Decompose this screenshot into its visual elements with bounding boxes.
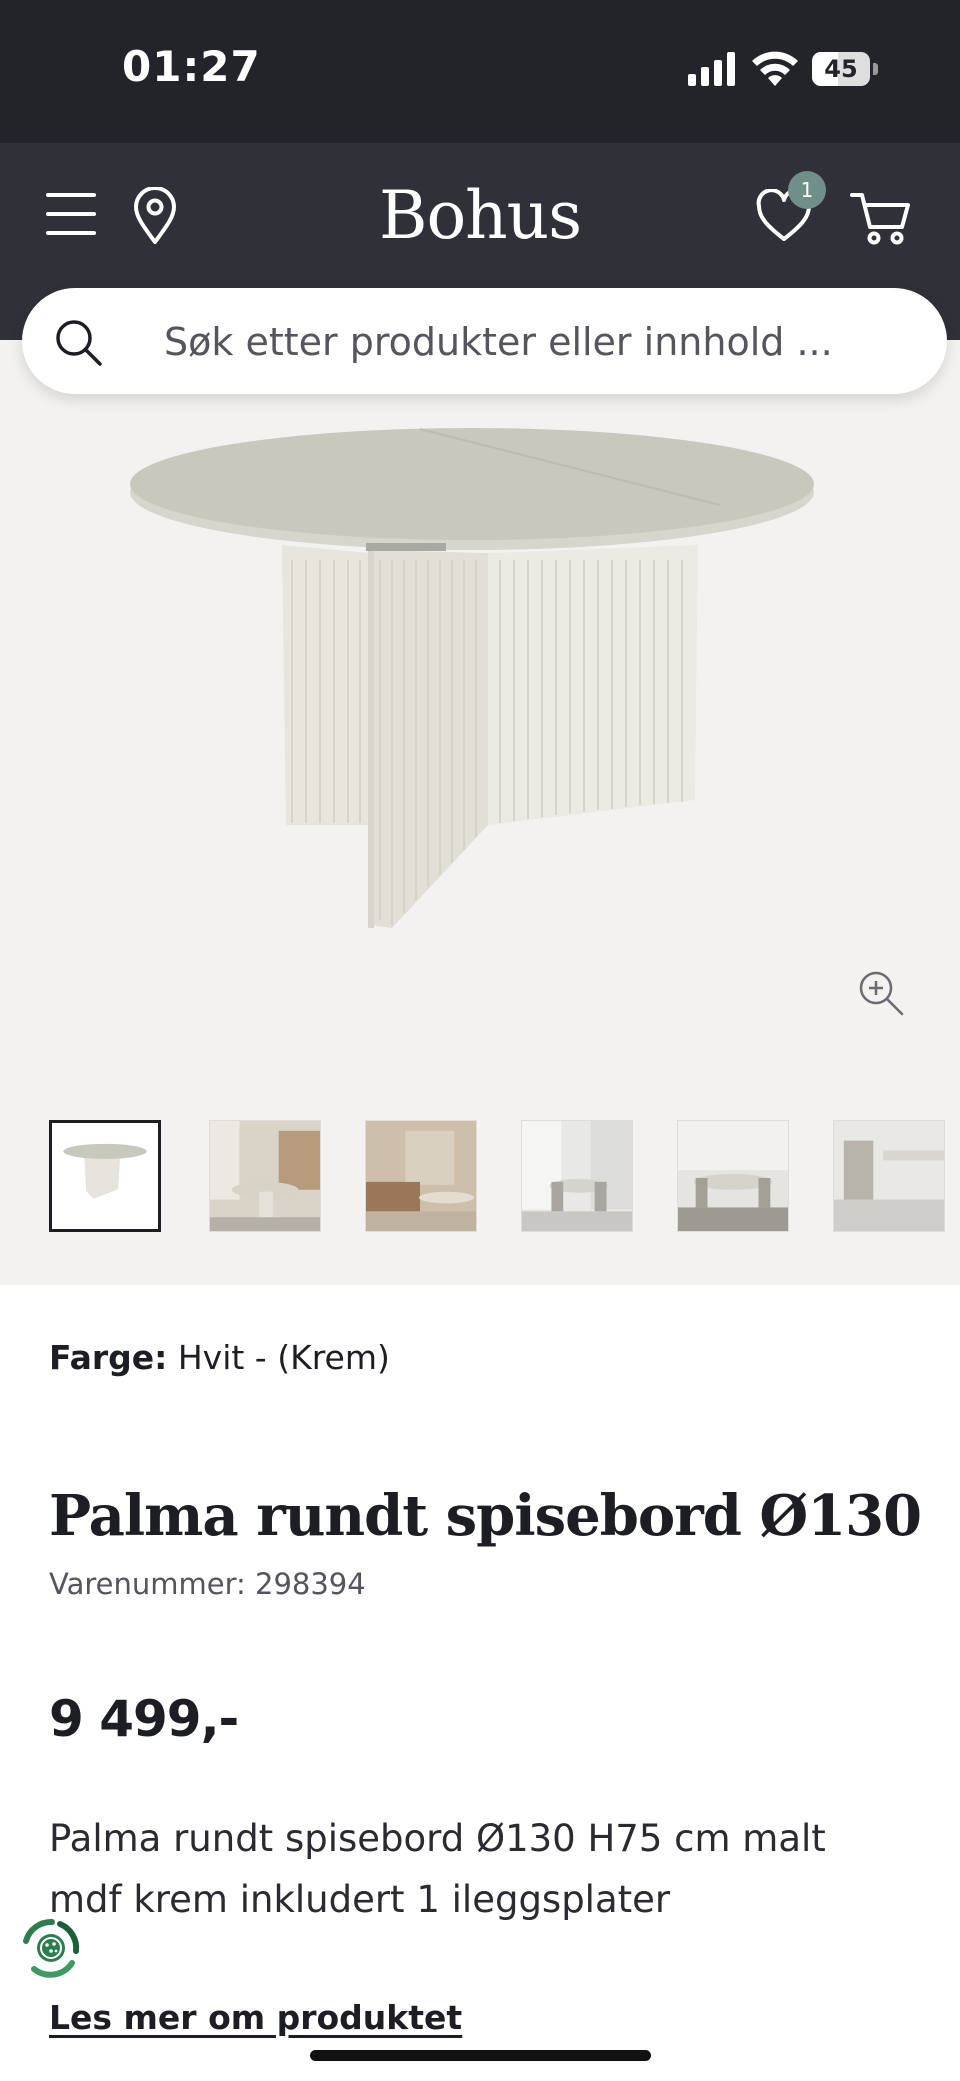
thumbnail[interactable] xyxy=(365,1120,477,1232)
product-price: 9 499,- xyxy=(49,1690,239,1748)
map-pin-icon[interactable] xyxy=(132,187,178,245)
battery-percentage: 45 xyxy=(824,55,858,83)
color-label: Farge: xyxy=(49,1338,168,1377)
status-time: 01:27 xyxy=(122,42,261,91)
home-indicator xyxy=(310,2050,651,2061)
product-description: Palma rundt spisebord Ø130 H75 cm malt m… xyxy=(49,1817,826,1921)
product-title: Palma rundt spisebord Ø130 xyxy=(49,1483,922,1549)
battery-indicator: 45 xyxy=(812,52,880,86)
shopping-cart-icon[interactable] xyxy=(850,191,910,245)
cellular-signal-icon xyxy=(688,52,735,86)
color-value: Hvit - (Krem) xyxy=(177,1338,390,1377)
thumbnail[interactable] xyxy=(833,1120,945,1232)
magnifier-icon[interactable] xyxy=(54,318,104,368)
bohus-logo[interactable]: Bohus xyxy=(280,177,680,254)
thumbnail[interactable] xyxy=(677,1120,789,1232)
thumbnail-strip xyxy=(49,1120,960,1238)
recycle-badge-icon[interactable] xyxy=(14,1911,88,1985)
wishlist-count-badge: 1 xyxy=(788,171,826,209)
thumbnail[interactable] xyxy=(209,1120,321,1232)
thumbnail[interactable] xyxy=(521,1120,633,1232)
thumbnail[interactable] xyxy=(49,1120,161,1232)
product-sku: Varenummer: 298394 xyxy=(49,1567,366,1601)
status-bar: 01:27 45 xyxy=(0,0,960,143)
color-selection: Farge: Hvit - (Krem) xyxy=(49,1338,390,1377)
search-input[interactable] xyxy=(162,314,906,370)
product-image[interactable] xyxy=(130,385,830,945)
wifi-icon xyxy=(752,51,798,86)
hamburger-menu-icon[interactable] xyxy=(46,193,96,235)
product-gallery xyxy=(0,340,960,1285)
zoom-in-icon[interactable] xyxy=(856,968,906,1018)
read-more-link[interactable]: Les mer om produktet xyxy=(49,1998,462,2037)
search-bar[interactable] xyxy=(22,288,947,394)
